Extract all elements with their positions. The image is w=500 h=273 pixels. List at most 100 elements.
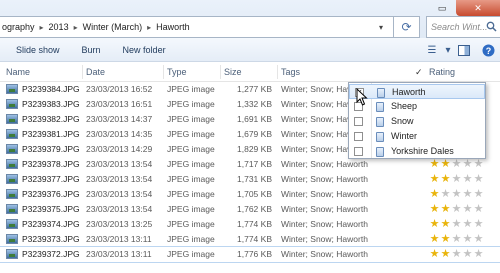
star-icon[interactable]: ★: [440, 188, 451, 200]
table-row[interactable]: P3239373.JPG 23/03/2013 13:11 JPEG image 1,…: [0, 232, 500, 247]
file-tags[interactable]: Winter; Snow; Hav: [281, 99, 351, 109]
close-button[interactable]: ✕: [456, 0, 500, 16]
star-icon[interactable]: ★: [462, 173, 473, 185]
tag-menu-item[interactable]: Yorkshire Dales: [349, 144, 485, 159]
chevron-down-icon[interactable]: ▾: [444, 42, 452, 58]
file-name[interactable]: P3239382.JPG: [22, 114, 80, 124]
file-tags[interactable]: Winter; Snow; Haworth: [281, 219, 368, 229]
column-divider[interactable]: [163, 65, 164, 79]
search-input[interactable]: Search Wint...: [426, 16, 500, 38]
table-row[interactable]: P3239377.JPG 23/03/2013 13:54 JPEG image 1,…: [0, 172, 500, 187]
star-icon[interactable]: ★: [451, 248, 462, 260]
star-icon[interactable]: ★: [429, 233, 440, 245]
breadcrumb-item[interactable]: 2013: [49, 22, 69, 32]
table-row[interactable]: P3239375.JPG 23/03/2013 13:54 JPEG image 1,…: [0, 202, 500, 217]
star-icon[interactable]: ★: [440, 173, 451, 185]
star-icon[interactable]: ★: [451, 188, 462, 200]
breadcrumb-item[interactable]: ography: [2, 22, 35, 32]
tag-menu-item[interactable]: Winter: [349, 129, 485, 144]
table-row[interactable]: P3239378.JPG 23/03/2013 13:54 JPEG image 1,…: [0, 157, 500, 172]
star-icon[interactable]: ★: [440, 158, 451, 170]
breadcrumb-item[interactable]: Haworth: [156, 22, 190, 32]
preview-pane-icon[interactable]: [456, 42, 472, 58]
file-tags[interactable]: Winter; Snow; Haworth: [281, 174, 368, 184]
star-icon[interactable]: ★: [429, 188, 440, 200]
file-name[interactable]: P3239381.JPG: [22, 129, 80, 139]
column-header-date[interactable]: Date: [86, 67, 105, 77]
rating-stars[interactable]: ★ ★ ★ ★ ★: [429, 218, 484, 230]
table-row[interactable]: P3239374.JPG 23/03/2013 13:25 JPEG image 1,…: [0, 217, 500, 232]
star-icon[interactable]: ★: [451, 203, 462, 215]
file-name[interactable]: P3239377.JPG: [22, 174, 80, 184]
file-tags[interactable]: Winter; Snow; Haworth: [281, 249, 368, 259]
file-name[interactable]: P3239384.JPG: [22, 84, 80, 94]
star-icon[interactable]: ★: [451, 158, 462, 170]
rating-stars[interactable]: ★ ★ ★ ★ ★: [429, 248, 484, 260]
address-dropdown-icon[interactable]: ▾: [368, 17, 394, 37]
file-tags[interactable]: Winter; Snow; Hav: [281, 114, 351, 124]
rating-stars[interactable]: ★ ★ ★ ★ ★: [429, 203, 484, 215]
file-name[interactable]: P3239372.JPG: [22, 249, 80, 259]
file-name[interactable]: P3239376.JPG: [22, 189, 80, 199]
help-icon[interactable]: ?: [480, 42, 496, 58]
file-tags[interactable]: Winter; Snow; Hav: [281, 84, 351, 94]
column-divider[interactable]: [220, 65, 221, 79]
star-icon[interactable]: ★: [451, 233, 462, 245]
star-icon[interactable]: ★: [429, 248, 440, 260]
star-icon[interactable]: ★: [429, 173, 440, 185]
star-icon[interactable]: ★: [473, 248, 484, 260]
rating-stars[interactable]: ★ ★ ★ ★ ★: [429, 233, 484, 245]
burn-button[interactable]: Burn: [76, 45, 107, 55]
column-header-tags[interactable]: Tags: [281, 67, 300, 77]
file-name[interactable]: P3239375.JPG: [22, 204, 80, 214]
slideshow-button[interactable]: Slide show: [10, 45, 66, 55]
rating-stars[interactable]: ★ ★ ★ ★ ★: [429, 158, 484, 170]
star-icon[interactable]: ★: [429, 218, 440, 230]
file-name[interactable]: P3239373.JPG: [22, 234, 80, 244]
maximize-button[interactable]: ▭: [428, 0, 456, 16]
star-icon[interactable]: ★: [473, 218, 484, 230]
star-icon[interactable]: ★: [440, 233, 451, 245]
rating-stars[interactable]: ★ ★ ★ ★ ★: [429, 173, 484, 185]
file-name[interactable]: P3239378.JPG: [22, 159, 80, 169]
column-header-size[interactable]: Size: [224, 67, 242, 77]
star-icon[interactable]: ★: [429, 158, 440, 170]
file-name[interactable]: P3239383.JPG: [22, 99, 80, 109]
search-icon[interactable]: [486, 21, 497, 32]
column-header-type[interactable]: Type: [167, 67, 187, 77]
table-row[interactable]: P3239372.JPG 23/03/2013 13:11 JPEG image 1,…: [0, 246, 500, 263]
tag-checkbox[interactable]: [354, 132, 363, 141]
star-icon[interactable]: ★: [462, 188, 473, 200]
rating-stars[interactable]: ★ ★ ★ ★ ★: [429, 188, 484, 200]
breadcrumb-item[interactable]: Winter (March): [83, 22, 143, 32]
star-icon[interactable]: ★: [462, 203, 473, 215]
star-icon[interactable]: ★: [473, 233, 484, 245]
star-icon[interactable]: ★: [429, 203, 440, 215]
star-icon[interactable]: ★: [440, 203, 451, 215]
table-row[interactable]: P3239376.JPG 23/03/2013 13:54 JPEG image 1,…: [0, 187, 500, 202]
refresh-button[interactable]: ⟳: [394, 16, 420, 38]
new-folder-button[interactable]: New folder: [117, 45, 172, 55]
chevron-right-icon[interactable]: ▸: [74, 23, 78, 32]
file-name[interactable]: P3239374.JPG: [22, 219, 80, 229]
file-tags[interactable]: Winter; Snow; Haworth: [281, 234, 368, 244]
star-icon[interactable]: ★: [440, 248, 451, 260]
tag-checkbox[interactable]: [354, 147, 363, 156]
column-divider[interactable]: [82, 65, 83, 79]
star-icon[interactable]: ★: [473, 158, 484, 170]
column-header-name[interactable]: Name: [6, 67, 30, 77]
tag-menu-item[interactable]: Snow: [349, 114, 485, 129]
tag-checkbox[interactable]: [354, 117, 363, 126]
star-icon[interactable]: ★: [473, 203, 484, 215]
star-icon[interactable]: ★: [440, 218, 451, 230]
star-icon[interactable]: ★: [473, 188, 484, 200]
chevron-right-icon[interactable]: ▸: [147, 23, 151, 32]
star-icon[interactable]: ★: [473, 173, 484, 185]
file-tags[interactable]: Winter; Snow; Haworth: [281, 204, 368, 214]
star-icon[interactable]: ★: [451, 173, 462, 185]
chevron-right-icon[interactable]: ▸: [40, 23, 44, 32]
star-icon[interactable]: ★: [462, 158, 473, 170]
file-name[interactable]: P3239379.JPG: [22, 144, 80, 154]
file-tags[interactable]: Winter; Snow; Hav: [281, 129, 351, 139]
star-icon[interactable]: ★: [462, 233, 473, 245]
